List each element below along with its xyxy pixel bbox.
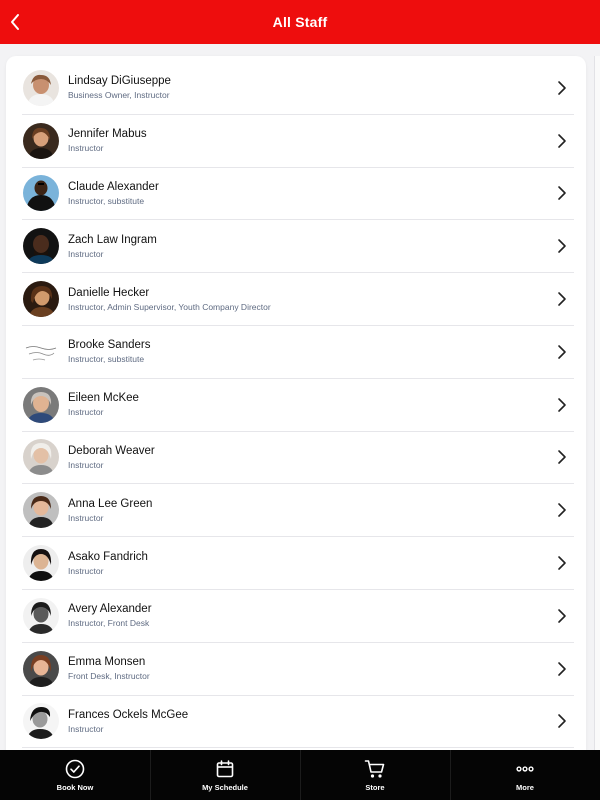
staff-name: Anna Lee Green: [68, 497, 153, 510]
staff-name: Deborah Weaver: [68, 444, 155, 457]
staff-row[interactable]: Jennifer Mabus Instructor: [22, 115, 574, 168]
staff-name: Brooke Sanders: [68, 339, 151, 352]
back-button[interactable]: [2, 6, 28, 38]
staff-role: Instructor, Admin Supervisor, Youth Comp…: [68, 301, 271, 312]
chevron-left-icon: [11, 14, 19, 30]
staff-row[interactable]: Zach Law Ingram Instructor: [22, 220, 574, 274]
staff-list-container[interactable]: Lindsay DiGiuseppe Business Owner, Instr…: [0, 44, 600, 750]
staff-name: Emma Monsen: [68, 656, 146, 669]
tab-label: My Schedule: [202, 783, 248, 792]
staff-role: Instructor: [68, 143, 104, 154]
tab-label: Book Now: [56, 783, 94, 792]
avatar: [23, 439, 59, 476]
staff-role: Instructor, substitute: [68, 354, 145, 365]
staff-row[interactable]: Lindsay DiGiuseppe Business Owner, Instr…: [22, 62, 574, 115]
avatar: [23, 545, 59, 582]
staff-name: Claude Alexander: [68, 180, 159, 193]
chevron-right-icon: [558, 661, 566, 676]
tab-my-schedule[interactable]: My Schedule: [150, 750, 300, 800]
staff-name: Frances Ockels McGee: [68, 708, 189, 721]
staff-role: Instructor: [68, 512, 104, 523]
cart-icon: [364, 758, 386, 780]
staff-role: Front Desk, Instructor: [68, 671, 150, 682]
bottom-tab-bar: Book Now My Schedule Store More: [0, 750, 600, 800]
chevron-right-icon: [558, 609, 566, 623]
staff-row[interactable]: Emma Monsen Front Desk, Instructor: [22, 643, 574, 696]
staff-row[interactable]: Anna Lee Green Instructor: [22, 484, 574, 538]
staff-row[interactable]: Claude Alexander Instructor, substitute: [22, 168, 574, 221]
chevron-right-icon: [558, 186, 566, 201]
staff-role: Instructor: [68, 565, 104, 576]
tab-label: More: [516, 783, 534, 792]
staff-row[interactable]: Deborah Weaver Instructor: [22, 432, 574, 485]
top-app-bar: All Staff: [0, 0, 600, 44]
studio-logo-avatar: [23, 333, 59, 370]
staff-row[interactable]: Eileen McKee Instructor: [22, 379, 574, 432]
staff-role: Instructor, Front Desk: [68, 618, 150, 629]
staff-name: Zach Law Ingram: [68, 233, 157, 246]
staff-role: Instructor: [68, 407, 104, 418]
avatar: [23, 69, 59, 106]
staff-role: Instructor: [68, 248, 104, 259]
avatar: [23, 122, 59, 159]
staff-role: Business Owner, Instructor: [68, 90, 170, 101]
staff-name: Danielle Hecker: [68, 286, 150, 299]
staff-name: Asako Fandrich: [68, 550, 148, 563]
chevron-right-icon: [558, 81, 566, 95]
staff-row[interactable]: Frances Ockels McGee Instructor: [22, 696, 574, 749]
page-title: All Staff: [272, 14, 328, 30]
tab-label: Store: [365, 783, 385, 792]
tab-store[interactable]: Store: [300, 750, 450, 800]
staff-row[interactable]: Danielle Hecker Instructor, Admin Superv…: [22, 273, 574, 326]
chevron-right-icon: [558, 239, 566, 254]
avatar: [23, 281, 59, 318]
chevron-right-icon: [558, 556, 566, 570]
staff-name: Eileen McKee: [68, 392, 139, 405]
chevron-right-icon: [558, 714, 566, 729]
chevron-right-icon: [558, 450, 566, 465]
chevron-right-icon: [558, 345, 566, 359]
staff-name: Lindsay DiGiuseppe: [68, 75, 171, 88]
staff-row[interactable]: Avery Alexander Instructor, Front Desk: [22, 590, 574, 643]
tab-book-now[interactable]: Book Now: [0, 750, 150, 800]
check-circle-icon: [64, 758, 86, 780]
avatar: [23, 386, 59, 423]
chevron-right-icon: [558, 133, 566, 148]
staff-row[interactable]: Brooke Sanders Instructor, substitute: [22, 326, 574, 379]
chevron-right-icon: [558, 503, 566, 518]
staff-row[interactable]: Asako Fandrich Instructor: [22, 537, 574, 590]
avatar: [23, 175, 59, 212]
staff-list: Lindsay DiGiuseppe Business Owner, Instr…: [22, 62, 574, 749]
avatar: [23, 492, 59, 529]
chevron-right-icon: [558, 292, 566, 306]
avatar: [23, 650, 59, 687]
staff-role: Instructor: [68, 459, 104, 470]
staff-role: Instructor, substitute: [68, 195, 145, 206]
avatar: [23, 597, 59, 634]
avatar: [23, 228, 59, 265]
avatar: [23, 703, 59, 740]
staff-name: Jennifer Mabus: [68, 128, 147, 141]
staff-list-card: Lindsay DiGiuseppe Business Owner, Instr…: [6, 56, 586, 750]
calendar-icon: [214, 758, 236, 780]
chevron-right-icon: [558, 397, 566, 412]
more-dots-icon: [514, 758, 536, 780]
tab-more[interactable]: More: [450, 750, 600, 800]
staff-role: Instructor: [68, 723, 104, 734]
staff-name: Avery Alexander: [68, 603, 152, 616]
scrollbar-track[interactable]: [594, 56, 600, 750]
